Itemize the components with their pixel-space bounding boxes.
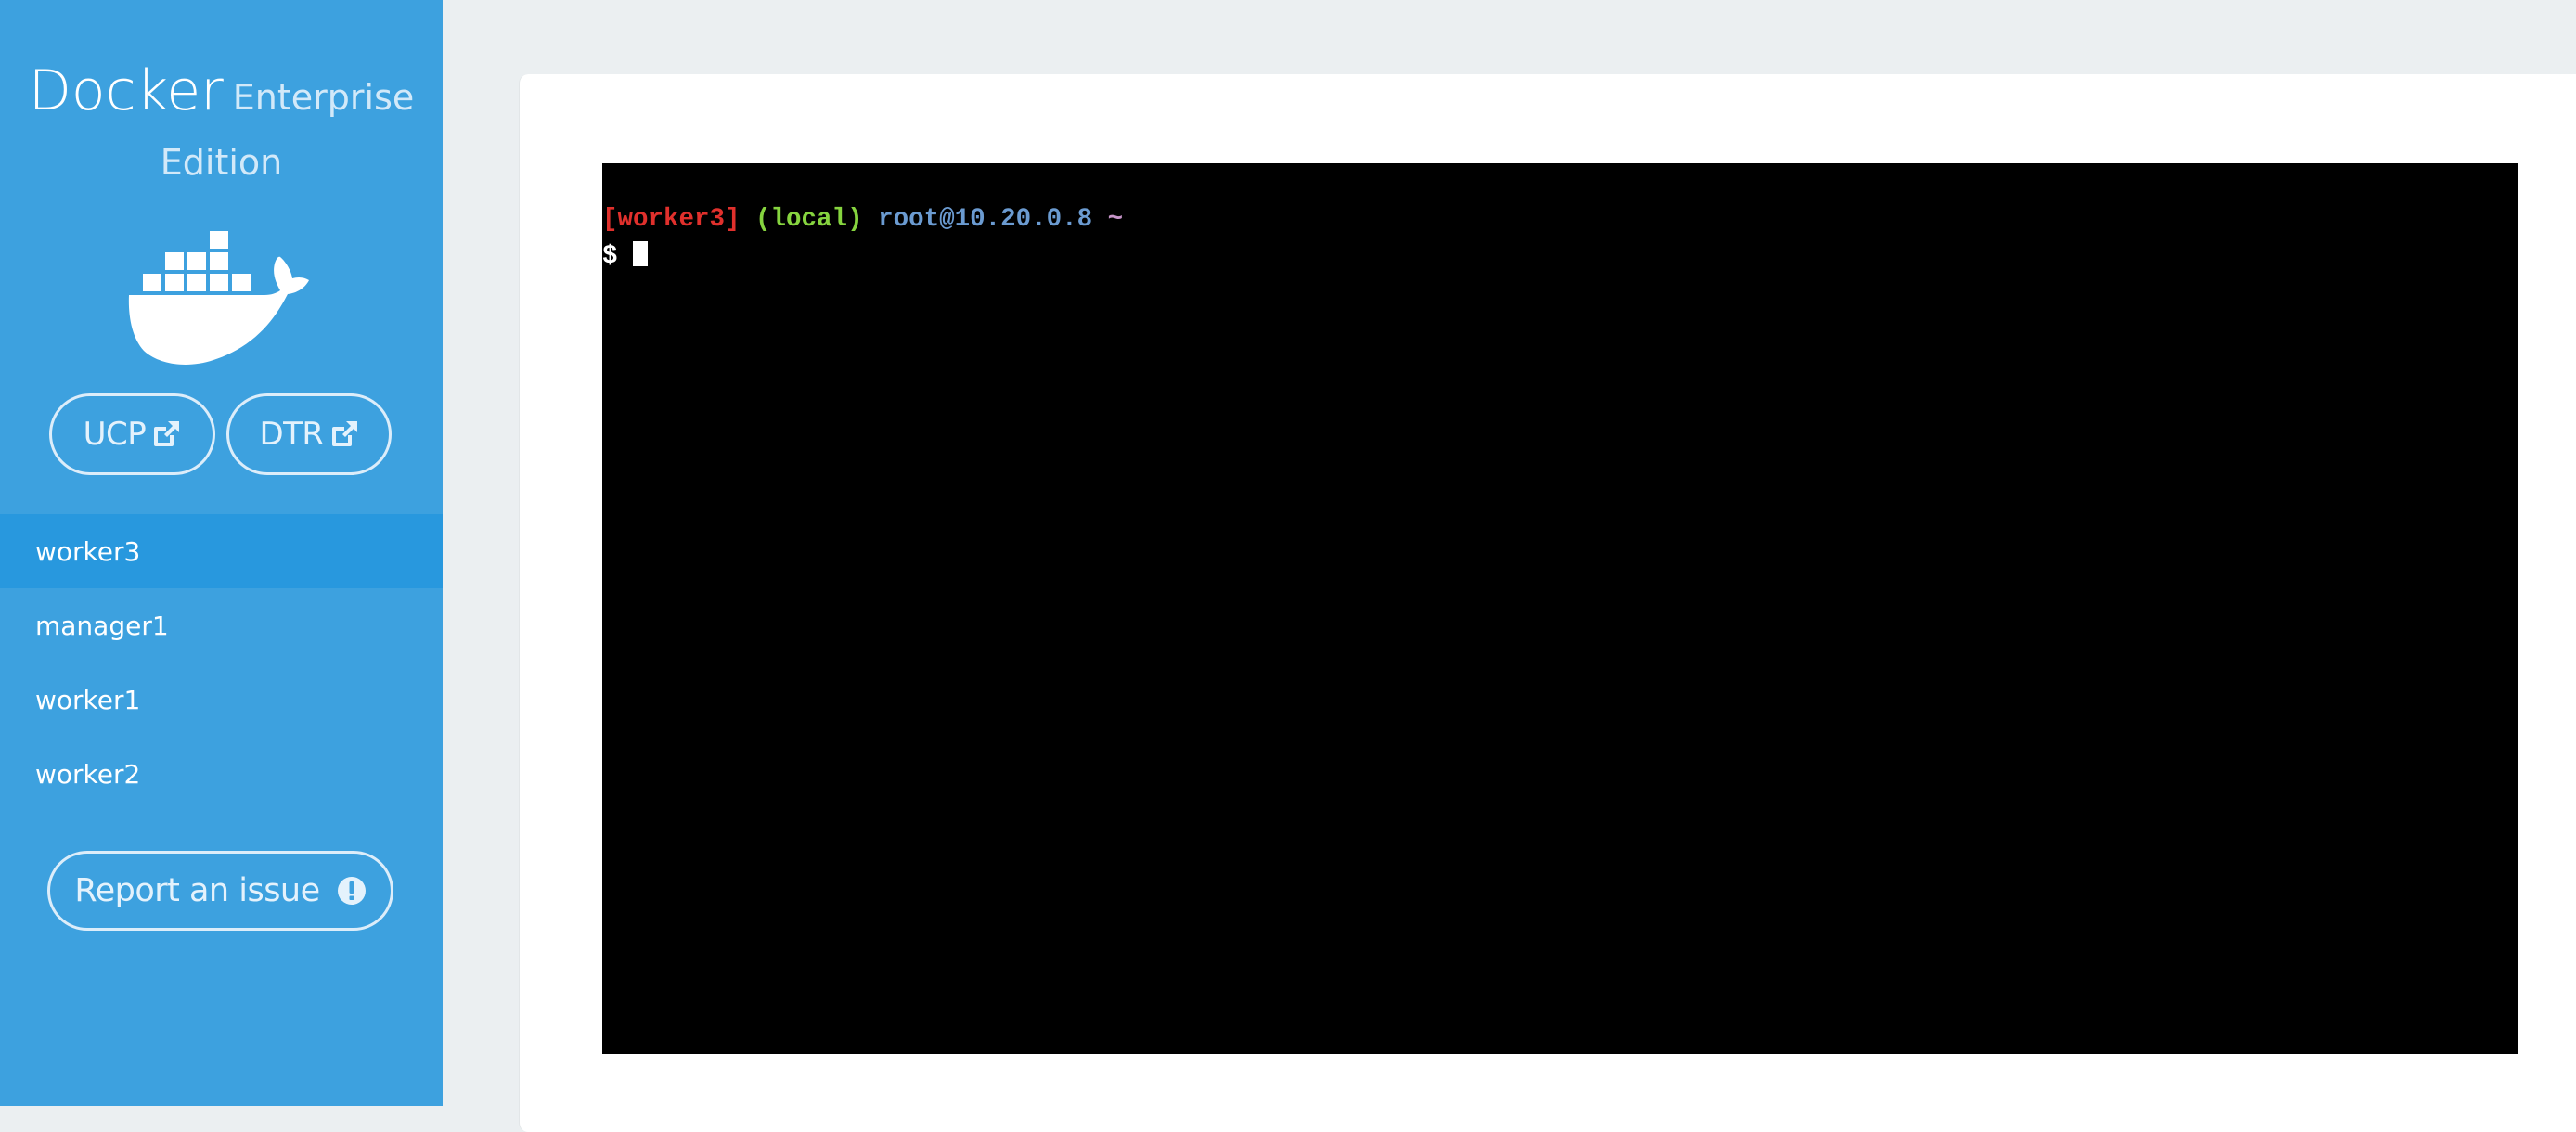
brand-edition-line2: Edition — [160, 142, 283, 183]
prompt-user-ip: root@10.20.0.8 — [878, 205, 1093, 234]
dtr-link-button[interactable]: DTR — [226, 393, 392, 475]
terminal-output: [worker3] (local) root@10.20.0.8 ~ $ — [602, 201, 1123, 276]
terminal-cursor — [633, 241, 649, 266]
node-label: manager1 — [35, 610, 169, 641]
terminal[interactable]: [worker3] (local) root@10.20.0.8 ~ $ — [602, 163, 2518, 1054]
brand-edition-line1: Enterprise — [232, 77, 415, 118]
node-label: worker3 — [35, 535, 141, 567]
external-link-icon — [331, 421, 357, 446]
brand-name: Docker — [28, 58, 224, 123]
node-list: worker3 manager1 worker1 worker2 — [0, 514, 443, 811]
ucp-link-label: UCP — [83, 416, 147, 453]
sidebar: Docker Enterprise Edition UCP DTR worker… — [0, 0, 443, 1106]
prompt-symbol: $ — [602, 242, 618, 271]
exclamation-circle-icon — [337, 877, 366, 905]
ucp-link-button[interactable]: UCP — [49, 393, 215, 475]
prompt-host: [worker3] — [602, 205, 741, 234]
external-link-icon — [154, 421, 180, 446]
prompt-path: ~ — [1107, 205, 1124, 234]
docker-whale-icon — [121, 223, 325, 371]
node-label: worker2 — [35, 758, 141, 790]
node-item-worker1[interactable]: worker1 — [0, 662, 443, 737]
report-issue-button[interactable]: Report an issue — [47, 851, 393, 931]
node-item-manager1[interactable]: manager1 — [0, 588, 443, 662]
dtr-link-label: DTR — [259, 416, 324, 453]
prompt-context: (local) — [755, 205, 863, 234]
node-item-worker2[interactable]: worker2 — [0, 737, 443, 811]
node-label: worker1 — [35, 684, 141, 715]
report-issue-label: Report an issue — [74, 872, 320, 909]
node-item-worker3[interactable]: worker3 — [0, 514, 443, 588]
